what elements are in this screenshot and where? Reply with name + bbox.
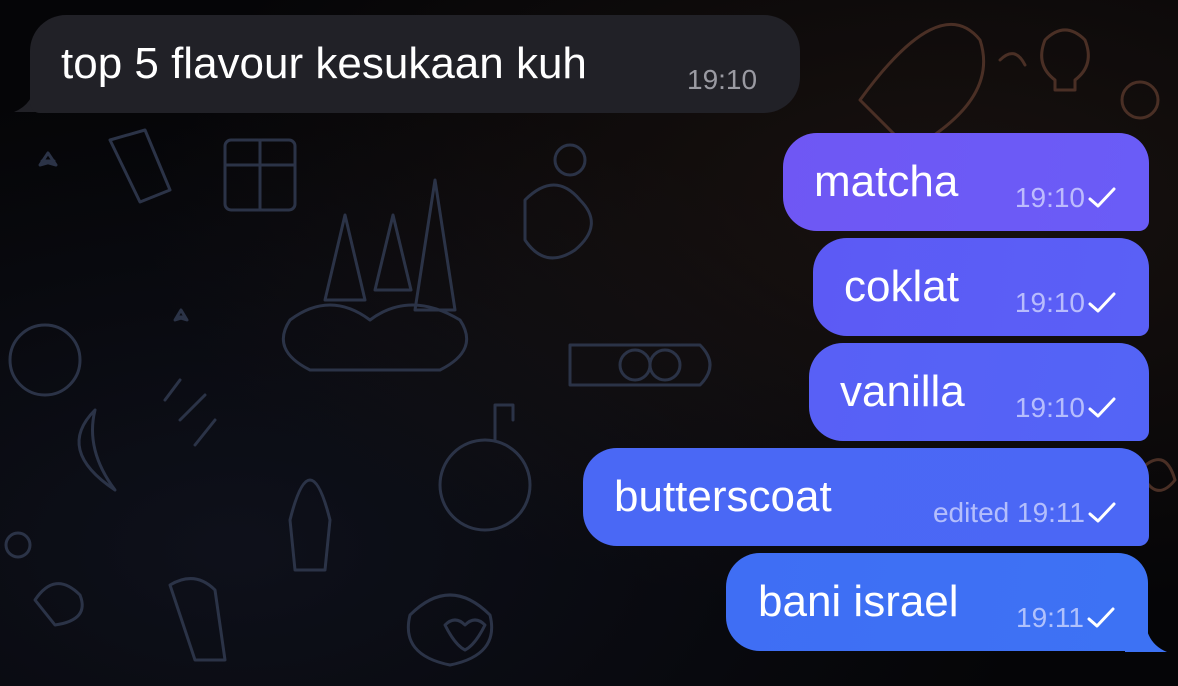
outgoing-bubble-tail [1125, 620, 1167, 652]
message-text: matcha [814, 157, 959, 206]
incoming-message-text: top 5 flavour kesukaan kuh [61, 39, 587, 88]
message-text: butterscoat [614, 472, 832, 521]
single-check-icon [1088, 187, 1116, 208]
single-check-icon [1088, 502, 1116, 523]
outgoing-message-bubble[interactable]: vanilla 19:10 [809, 343, 1149, 441]
message-text: bani israel [758, 577, 959, 626]
message-time: 19:10 [1014, 287, 1085, 318]
outgoing-message-bubble[interactable]: butterscoat edited 19:11 [583, 448, 1149, 546]
single-check-icon [1087, 607, 1115, 628]
message-time: edited 19:11 [932, 497, 1085, 528]
message-meta: edited 19:11 [933, 499, 1117, 527]
message-time: 19:10 [1014, 182, 1085, 213]
message-text: coklat [844, 262, 959, 311]
message-time: 19:11 [1016, 602, 1084, 633]
incoming-message-bubble[interactable]: top 5 flavour kesukaan kuh 19:10 [30, 15, 800, 113]
message-text: vanilla [840, 367, 965, 416]
message-meta: 19:10 [1015, 394, 1117, 422]
outgoing-message-bubble[interactable]: bani israel 19:11 [726, 553, 1148, 651]
message-meta: 19:10 [1015, 184, 1117, 212]
message-meta: 19:10 [1015, 289, 1117, 317]
single-check-icon [1088, 292, 1116, 313]
single-check-icon [1088, 397, 1116, 418]
outgoing-message-bubble[interactable]: matcha 19:10 [783, 133, 1149, 231]
incoming-message-time: 19:10 [687, 64, 758, 95]
message-meta: 19:11 [1016, 604, 1116, 632]
message-time: 19:10 [1014, 392, 1085, 423]
outgoing-message-bubble[interactable]: coklat 19:10 [813, 238, 1149, 336]
